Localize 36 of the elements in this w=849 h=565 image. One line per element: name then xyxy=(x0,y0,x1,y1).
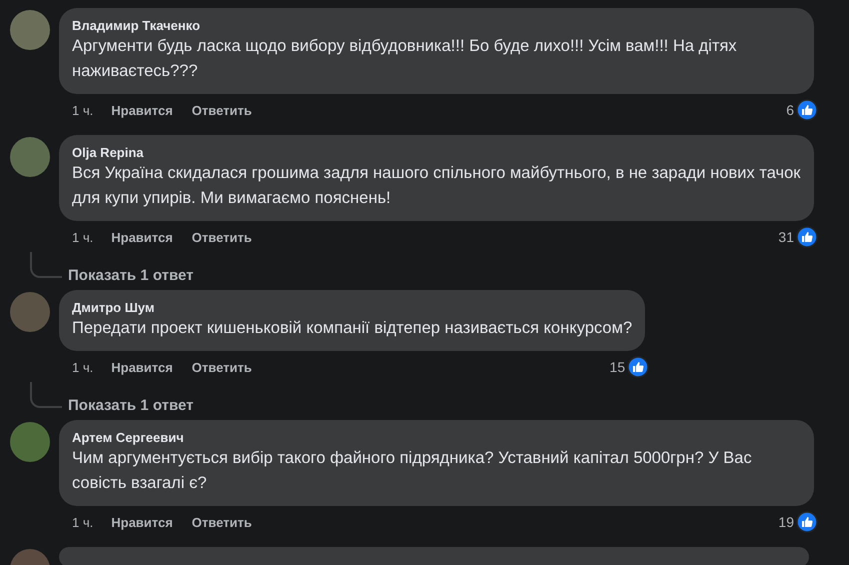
comment-time[interactable]: 1 ч. xyxy=(72,230,94,244)
like-link[interactable]: Нравится xyxy=(111,230,173,244)
author-name[interactable]: Артем Сергеевич xyxy=(72,429,801,446)
comment-text: Передати проект кишеньковій компанії відтепер називається конкурсом? xyxy=(72,318,632,339)
like-reaction-icon xyxy=(627,356,650,378)
like-reaction-icon xyxy=(796,99,818,121)
reply-link[interactable]: Ответить xyxy=(192,102,252,118)
show-replies-link[interactable]: Показать 1 ответ xyxy=(68,267,194,284)
like-count: 31 xyxy=(778,229,794,245)
comment-text: Вся Україна скидалася грошима задля нашого спільного майбутнього, в не заради нових тачок для купи упирів. Ми вимагаємо пояснень! xyxy=(72,163,801,209)
reply-connector-line xyxy=(30,252,62,278)
reply-link[interactable]: Ответить xyxy=(192,230,252,244)
avatar[interactable] xyxy=(10,422,50,462)
like-reaction-icon xyxy=(796,226,818,248)
author-name[interactable]: Olja Repina xyxy=(72,144,801,161)
avatar[interactable] xyxy=(10,292,50,332)
like-reaction-icon xyxy=(796,511,818,533)
author-name[interactable]: Дмитро Шум xyxy=(72,299,632,316)
comment-time[interactable]: 1 ч. xyxy=(72,514,94,530)
like-count: 19 xyxy=(778,514,794,530)
reply-connector-line xyxy=(30,382,62,408)
author-name[interactable]: Владимир Ткаченко xyxy=(72,17,801,34)
like-link[interactable]: Нравится xyxy=(111,102,173,118)
show-replies-link[interactable]: Показать 1 ответ xyxy=(68,397,194,414)
reply-link[interactable]: Ответить xyxy=(192,360,252,374)
avatar[interactable] xyxy=(10,10,50,50)
like-link[interactable]: Нравится xyxy=(111,360,173,374)
reply-link[interactable]: Ответить xyxy=(192,514,252,530)
like-count: 6 xyxy=(786,102,794,118)
comment-time[interactable]: 1 ч. xyxy=(72,102,94,118)
avatar[interactable] xyxy=(10,137,50,177)
comment-text: Чим аргументується вибір такого файного підрядника? Уставний капітал 5000грн? У Вас совість взагалі є? xyxy=(72,448,753,494)
comment-time[interactable]: 1 ч. xyxy=(72,360,94,374)
comment-text: Аргументи будь ласка щодо вибору відбудовника!!! Бо буде лихо!!! Усім вам!!! На дітях наживаєтесь??? xyxy=(72,36,738,82)
like-count: 15 xyxy=(610,359,626,375)
like-link[interactable]: Нравится xyxy=(111,514,173,530)
